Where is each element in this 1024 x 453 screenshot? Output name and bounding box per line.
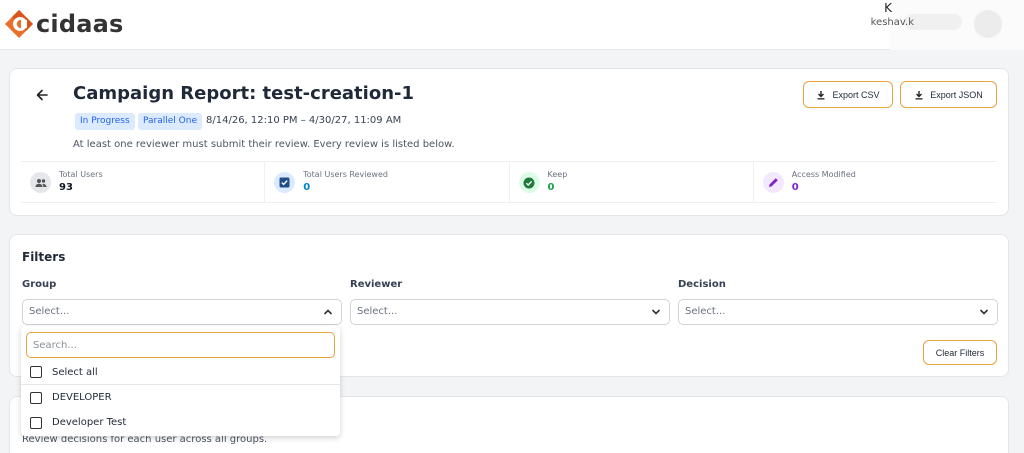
chevron-down-icon <box>979 309 989 315</box>
brand-logo[interactable]: cidaas <box>4 8 124 40</box>
group-search-input[interactable] <box>26 332 335 358</box>
chevron-up-icon <box>323 309 333 315</box>
option-label: Select all <box>52 366 98 378</box>
top-bar: cidaas K keshav.k <box>0 0 1024 50</box>
export-csv-label: Export CSV <box>832 89 880 100</box>
group-dropdown-menu: Select all DEVELOPER Developer Test <box>21 326 340 436</box>
avatar[interactable] <box>974 10 1002 38</box>
stat-value: 93 <box>59 182 73 193</box>
campaign-report-card: Campaign Report: test-creation-1 In Prog… <box>9 68 1009 216</box>
cidaas-logo-icon <box>4 9 34 39</box>
mode-badge: Parallel One <box>138 113 202 130</box>
stat-label: Keep <box>547 170 568 179</box>
brand-name: cidaas <box>36 10 124 38</box>
user-email: keshav.k <box>870 17 914 28</box>
filters-title: Filters <box>22 250 66 264</box>
page-title: Campaign Report: test-creation-1 <box>73 83 414 104</box>
group-option[interactable]: Developer Test <box>21 410 340 435</box>
back-arrow-icon[interactable] <box>34 87 50 103</box>
stat-value: 0 <box>303 182 311 193</box>
stat-users-reviewed: Total Users Reviewed 0 <box>265 162 510 202</box>
reviewer-select[interactable]: Select... <box>350 299 670 325</box>
users-icon <box>30 172 51 193</box>
export-json-button[interactable]: Export JSON <box>900 81 997 108</box>
group-option[interactable]: DEVELOPER <box>21 385 340 410</box>
reviewer-select-value: Select... <box>357 306 398 317</box>
chevron-down-icon <box>651 309 661 315</box>
stat-value: 0 <box>547 182 555 193</box>
decision-select-value: Select... <box>685 306 726 317</box>
check-circle-icon <box>518 172 540 193</box>
download-icon <box>915 90 923 99</box>
stat-total-users: Total Users 93 <box>21 162 266 202</box>
stat-access-modified: Access Modified 0 <box>754 162 997 202</box>
group-select-value: Select... <box>29 306 70 317</box>
checkbox[interactable] <box>30 391 42 404</box>
export-json-label: Export JSON <box>930 89 983 100</box>
decision-select[interactable]: Select... <box>678 299 998 325</box>
pencil-icon <box>762 172 784 193</box>
stat-label: Total Users <box>59 170 103 179</box>
reviewer-filter-label: Reviewer <box>350 279 403 290</box>
stats-row: Total Users 93 Total Users Reviewed 0 Ke… <box>21 161 997 203</box>
clear-filters-button[interactable]: Clear Filters <box>923 340 997 365</box>
campaign-date-range: 8/14/26, 12:10 PM – 4/30/27, 11:09 AM <box>206 115 402 126</box>
checkbox[interactable] <box>30 366 42 378</box>
user-name: K <box>884 1 892 15</box>
campaign-description: At least one reviewer must submit their … <box>73 139 455 150</box>
status-badge: In Progress <box>75 113 135 130</box>
export-csv-button[interactable]: Export CSV <box>803 81 893 108</box>
stat-label: Total Users Reviewed <box>303 170 388 179</box>
stat-keep: Keep 0 <box>510 162 754 202</box>
option-label: Developer Test <box>52 417 127 428</box>
option-label: DEVELOPER <box>52 392 112 403</box>
decision-filter-label: Decision <box>678 279 726 290</box>
group-filter-label: Group <box>22 279 57 290</box>
group-select[interactable]: Select... <box>22 299 342 325</box>
checkbox[interactable] <box>30 416 42 429</box>
stat-label: Access Modified <box>791 170 856 179</box>
select-all-option[interactable]: Select all <box>21 360 340 385</box>
stat-value: 0 <box>791 182 799 193</box>
checkbox-icon <box>274 172 296 193</box>
download-icon <box>817 90 825 99</box>
